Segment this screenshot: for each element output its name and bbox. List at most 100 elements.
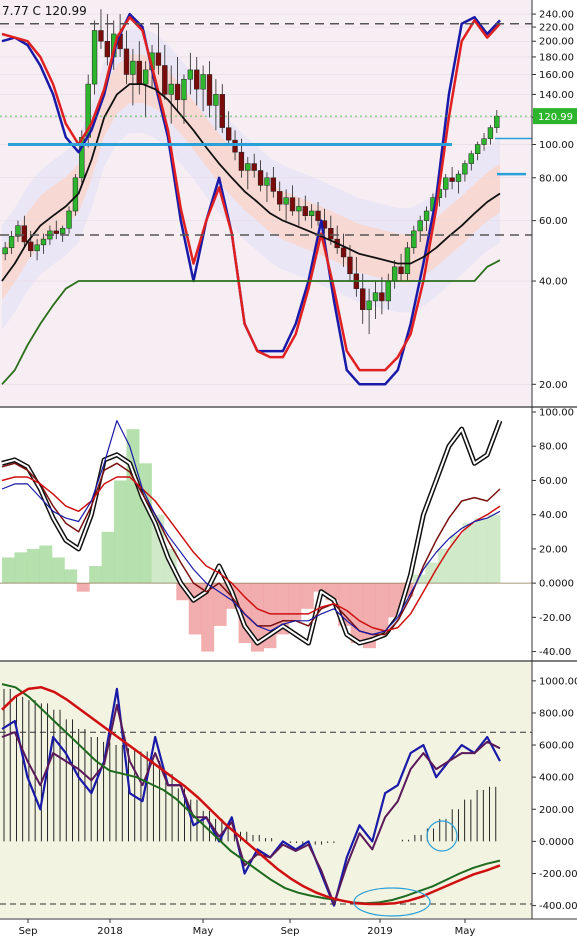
- oscillator-histogram-bar: [89, 566, 103, 584]
- candle-body: [302, 206, 308, 216]
- candle-body: [59, 228, 66, 234]
- candle-body: [468, 153, 474, 164]
- candle-body: [270, 177, 277, 192]
- candle-body: [315, 210, 321, 221]
- oscillator-axis-tick-label: 60.00: [539, 476, 568, 487]
- candle-body: [296, 206, 302, 212]
- candle-body: [283, 197, 289, 205]
- momentum-panel: [0, 662, 532, 918]
- x-axis-label: Sep: [281, 926, 300, 937]
- oscillator-axis-tick-label: -40.00: [539, 647, 571, 658]
- candle-body: [347, 256, 353, 275]
- oscillator-histogram-bar: [188, 583, 202, 635]
- last-price-label: 120.99: [538, 112, 573, 123]
- momentum-axis-tick-label: 400.00: [539, 773, 574, 784]
- price-axis-tick-label: 20.00: [539, 380, 568, 391]
- candle-body: [104, 40, 111, 58]
- candle-body: [360, 288, 366, 310]
- candle-body: [423, 210, 430, 221]
- candle-body: [91, 30, 98, 85]
- price-panel: [0, 0, 532, 406]
- candle-body: [308, 210, 315, 216]
- price-axis-tick-label: 60.00: [539, 216, 568, 227]
- candle-body: [277, 191, 283, 205]
- candle-body: [40, 238, 47, 246]
- candle-body: [411, 230, 417, 249]
- candle-body: [443, 177, 449, 190]
- price-axis-tick-label: 140.00: [539, 90, 574, 101]
- candle-body: [225, 127, 232, 141]
- candle-body: [28, 241, 34, 252]
- candle-body: [187, 69, 194, 80]
- candle-body: [366, 300, 372, 310]
- momentum-axis-tick-label: 200.00: [539, 805, 574, 816]
- candle-body: [219, 94, 225, 128]
- candle-body: [328, 228, 334, 240]
- candle-body: [232, 139, 238, 153]
- momentum-axis-tick-label: -200.00: [539, 869, 577, 880]
- chart-canvas: 240.00 220.00 200.00 180.00 160.00 140.00 120.…: [0, 0, 577, 938]
- oscillator-histogram-bar: [101, 531, 115, 584]
- oscillator-histogram-bar: [475, 518, 489, 584]
- oscillator-histogram-bar: [425, 562, 439, 584]
- oscillator-histogram-bar: [288, 583, 302, 621]
- candle-body: [194, 69, 200, 90]
- x-axis-label: Sep: [19, 926, 38, 937]
- candle-body: [123, 48, 130, 75]
- candle-body: [487, 127, 494, 139]
- candle-body: [66, 210, 72, 229]
- oscillator-axis-tick-label: -20.00: [539, 613, 571, 624]
- oscillator-histogram-bar: [375, 583, 389, 635]
- candle-body: [34, 244, 40, 252]
- candle-body: [130, 60, 136, 75]
- candle-body: [245, 163, 251, 171]
- oscillator-histogram-bar: [64, 569, 78, 584]
- candle-body: [404, 247, 411, 275]
- oscillator-axis-tick-label: 80.00: [539, 442, 568, 453]
- oscillator-histogram-bar: [350, 583, 364, 644]
- oscillator-histogram-bar: [437, 548, 451, 584]
- oscillator-axis-tick-label: 40.00: [539, 510, 568, 521]
- oscillator-axis-tick-label: 100.00: [539, 408, 574, 419]
- oscillator-histogram-bar: [26, 548, 40, 584]
- candle-body: [340, 247, 347, 258]
- last-price-marker: 120.99: [533, 108, 577, 125]
- candle-body: [174, 83, 181, 101]
- price-axis-tick-label: 200.00: [539, 37, 574, 48]
- candle-body: [264, 177, 270, 186]
- oscillator-histogram-bar: [487, 514, 501, 584]
- candle-body: [200, 74, 206, 90]
- candle-body: [53, 230, 59, 234]
- oscillator-panel: [0, 408, 532, 660]
- candle-body: [257, 170, 264, 186]
- oscillator-histogram-bar: [39, 545, 53, 584]
- candle-body: [385, 280, 391, 302]
- oscillator-histogram-bar: [114, 480, 127, 584]
- price-axis-tick-label: 40.00: [539, 277, 568, 288]
- oscillator-histogram-bar: [14, 552, 28, 584]
- candle-body: [289, 197, 296, 212]
- candle-body: [455, 173, 462, 182]
- candle-body: [142, 69, 149, 85]
- oscillator-histogram-bar: [462, 523, 476, 584]
- candle-body: [155, 52, 162, 66]
- candle-body: [379, 292, 385, 302]
- candle-body: [206, 74, 213, 106]
- candle-body: [168, 83, 174, 95]
- candle-body: [474, 144, 481, 154]
- x-axis-label: May: [455, 926, 476, 937]
- candle-body: [213, 94, 219, 106]
- x-axis-label: 2019: [367, 926, 392, 937]
- price-axis-tick-label: 220.00: [539, 23, 574, 34]
- candle-body: [494, 115, 500, 128]
- price-axis-tick-label: 100.00: [539, 140, 574, 151]
- momentum-axis-tick-label: -400.00: [539, 901, 577, 912]
- candle-body: [181, 78, 187, 101]
- candle-body: [98, 30, 104, 42]
- momentum-axis-tick-label: 600.00: [539, 741, 574, 752]
- candle-body: [8, 236, 15, 249]
- candle-body: [481, 138, 487, 145]
- price-header: 7.77 C 120.99: [2, 4, 87, 18]
- oscillator-axis-tick-label: 0.0000: [539, 579, 574, 590]
- candle-body: [417, 220, 423, 232]
